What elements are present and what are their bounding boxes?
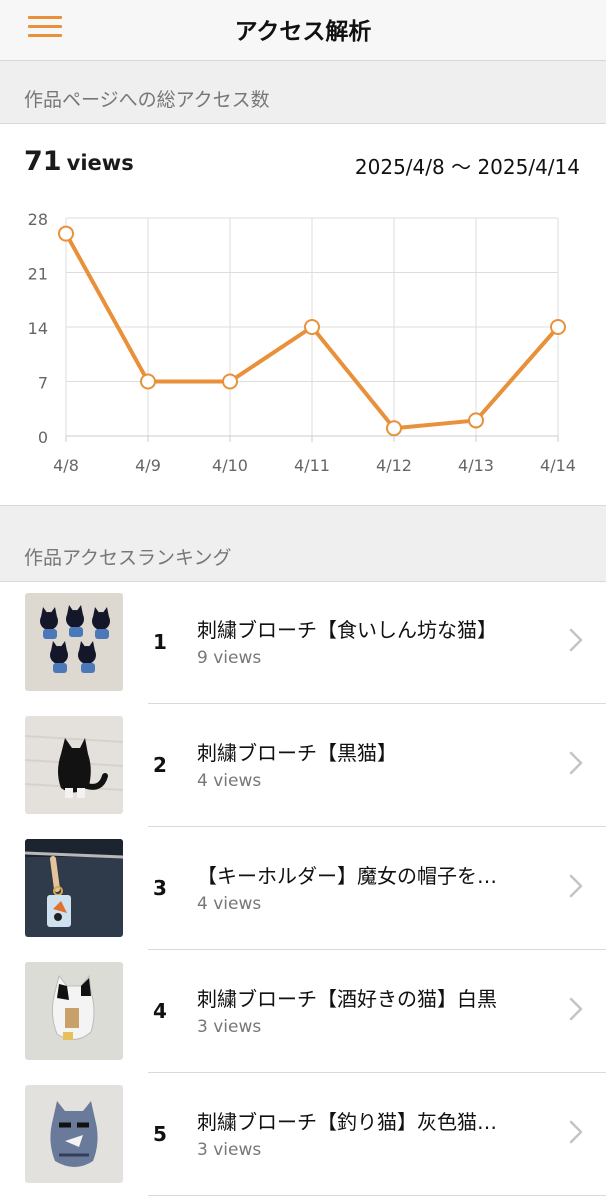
- y-tick-label: 14: [28, 319, 48, 338]
- data-point: [386, 420, 402, 437]
- chevron-right-icon: [569, 751, 583, 775]
- data-point: [140, 373, 156, 390]
- x-tick-label: 4/12: [376, 456, 412, 475]
- total-views-unit: views: [66, 151, 134, 175]
- ranking-row-1[interactable]: 1 刺繍ブローチ【食いしん坊な猫】 9 views: [0, 581, 606, 704]
- rank-number: 1: [153, 630, 167, 654]
- x-tick-label: 4/9: [135, 456, 161, 475]
- item-title: 刺繍ブローチ【釣り猫】灰色猫…: [197, 1110, 497, 1134]
- rank-number: 3: [153, 876, 167, 900]
- data-point: [304, 319, 320, 335]
- x-tick-label: 4/10: [212, 456, 248, 475]
- ranking-section-header: 作品アクセスランキング: [0, 505, 606, 582]
- total-views-number: 71: [24, 146, 62, 177]
- x-tick-label: 4/11: [294, 456, 330, 475]
- rank-number: 4: [153, 999, 167, 1023]
- ranking-row-2[interactable]: 2 刺繍ブローチ【黒猫】 4 views: [0, 704, 606, 827]
- item-views: 9 views: [197, 648, 262, 668]
- item-views: 3 views: [197, 1017, 262, 1037]
- product-thumbnail: [25, 593, 123, 691]
- date-range: 2025/4/8 〜 2025/4/14: [354, 155, 580, 179]
- product-thumbnail: [25, 839, 123, 937]
- row-divider: [148, 1195, 606, 1196]
- data-point: [58, 225, 74, 242]
- item-title: 【キーホルダー】魔女の帽子を…: [197, 864, 497, 888]
- page-title: アクセス解析: [234, 19, 372, 45]
- data-point: [468, 412, 484, 429]
- y-tick-label: 28: [28, 210, 48, 229]
- y-tick-label: 0: [38, 428, 48, 447]
- item-views: 4 views: [197, 894, 262, 914]
- x-tick-label: 4/13: [458, 456, 494, 475]
- item-views: 4 views: [197, 771, 262, 791]
- total-access-section-header: 作品ページへの総アクセス数: [0, 61, 606, 124]
- product-thumbnail: [25, 1085, 123, 1183]
- chevron-right-icon: [569, 1120, 583, 1144]
- chevron-right-icon: [569, 997, 583, 1021]
- section-label: 作品ページへの総アクセス数: [24, 89, 270, 111]
- ranking-row-4[interactable]: 4 刺繍ブローチ【酒好きの猫】白黒 3 views: [0, 950, 606, 1073]
- access-line-chart: 0 7 14 21 28 4/8 4/9 4/10 4/11 4/12 4/13 4/14: [28, 210, 576, 475]
- item-title: 刺繍ブローチ【食いしん坊な猫】: [197, 618, 497, 642]
- item-title: 刺繍ブローチ【酒好きの猫】白黒: [197, 987, 497, 1011]
- rank-number: 5: [153, 1122, 167, 1146]
- nav-bar: アクセス解析: [0, 0, 606, 61]
- data-point: [550, 319, 566, 335]
- x-tick-label: 4/8: [53, 456, 79, 475]
- data-point: [222, 373, 238, 390]
- y-tick-label: 7: [38, 374, 48, 393]
- ranking-row-5[interactable]: 5 刺繍ブローチ【釣り猫】灰色猫… 3 views: [0, 1073, 606, 1196]
- rank-number: 2: [153, 753, 167, 777]
- item-title: 刺繍ブローチ【黒猫】: [197, 741, 397, 765]
- section-label: 作品アクセスランキング: [24, 547, 232, 569]
- item-views: 3 views: [197, 1140, 262, 1160]
- chevron-right-icon: [569, 874, 583, 898]
- total-views: 71 views: [24, 146, 134, 177]
- chevron-right-icon: [569, 628, 583, 652]
- product-thumbnail: [25, 962, 123, 1060]
- x-tick-label: 4/14: [540, 456, 576, 475]
- ranking-row-3[interactable]: 3 【キーホルダー】魔女の帽子を… 4 views: [0, 827, 606, 950]
- product-thumbnail: [25, 716, 123, 814]
- y-tick-label: 21: [28, 265, 48, 284]
